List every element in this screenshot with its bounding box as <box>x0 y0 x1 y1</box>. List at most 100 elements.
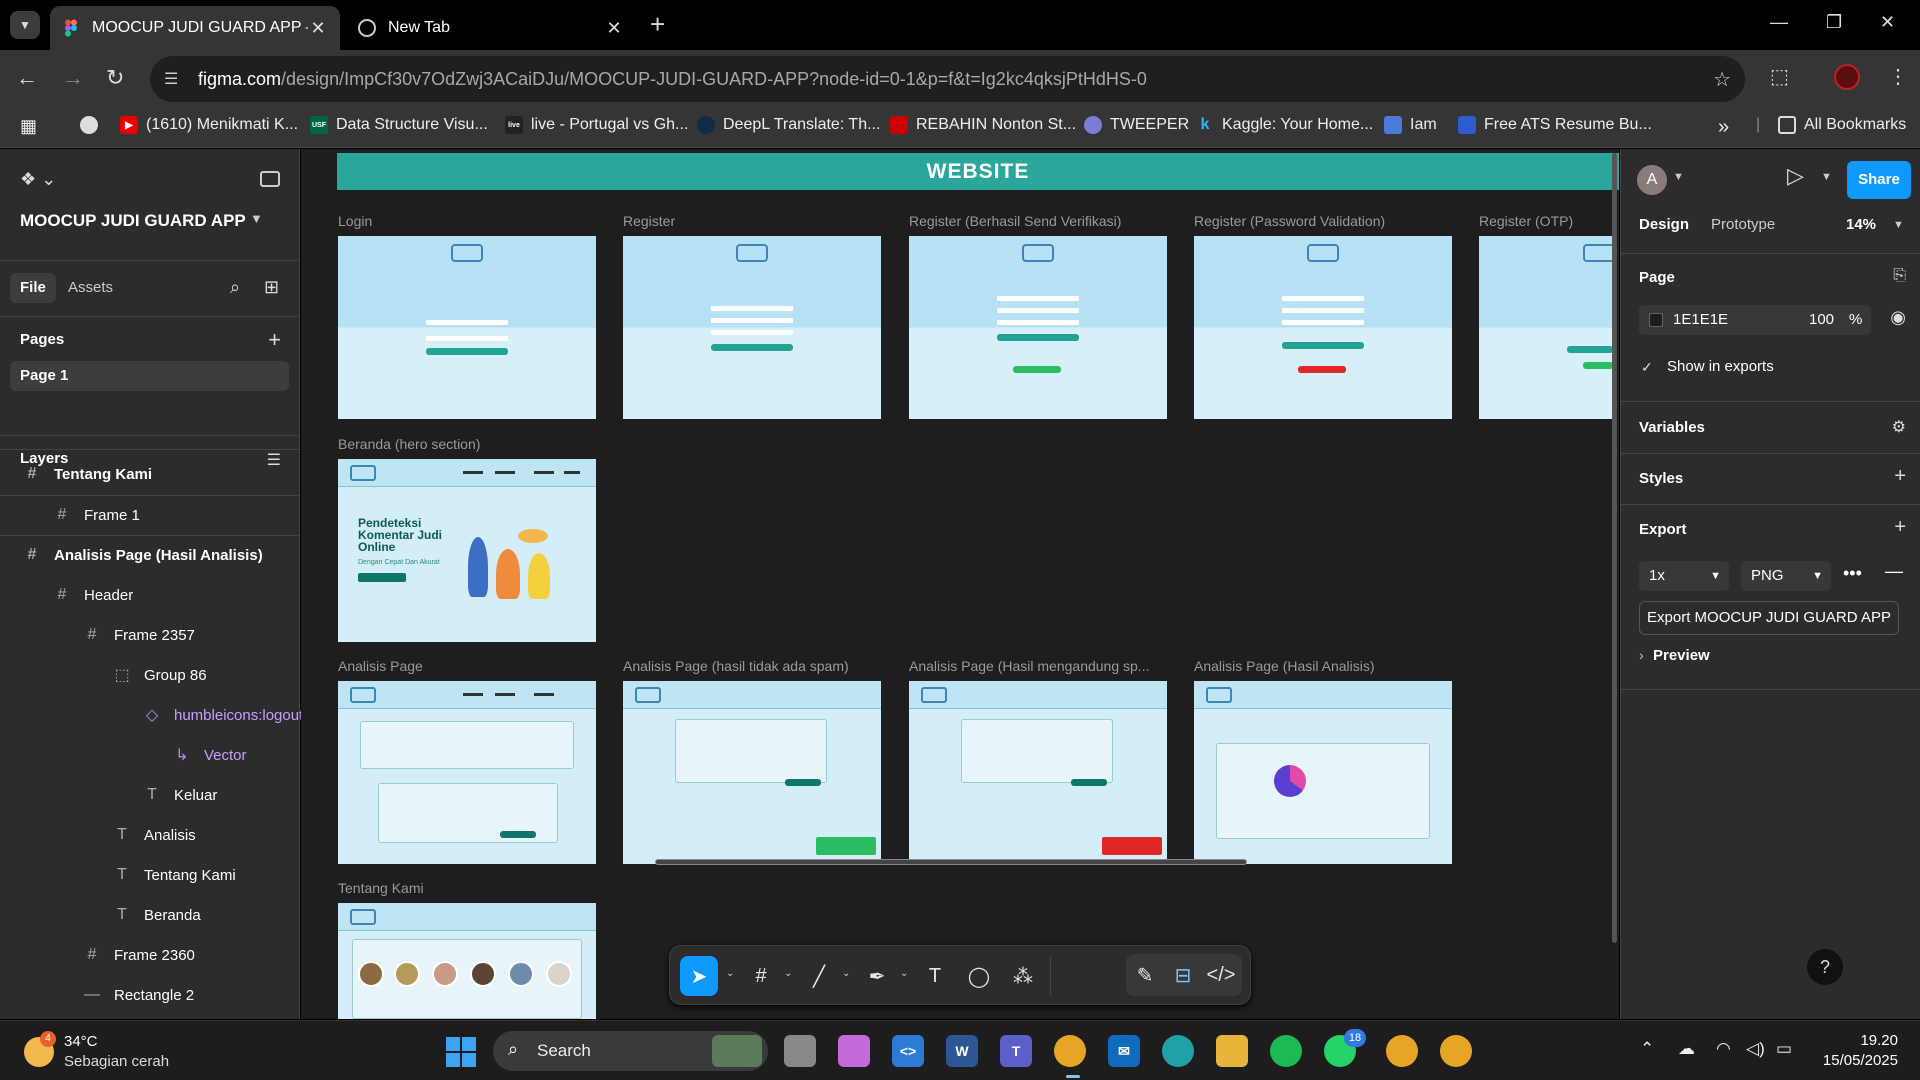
page-item[interactable]: Page 1 <box>10 361 289 391</box>
zoom-level[interactable]: 14% <box>1846 216 1876 233</box>
tab-prototype[interactable]: Prototype <box>1711 216 1775 233</box>
export-format-select[interactable]: PNG ▼ <box>1741 561 1831 591</box>
frame-label[interactable]: Register <box>623 213 675 229</box>
help-button[interactable]: ? <box>1807 949 1843 985</box>
file-name[interactable]: MOOCUP JUDI GUARD APP <box>20 211 246 231</box>
page-color-field[interactable]: 1E1E1E 100 % <box>1639 305 1871 335</box>
bookmark-star-icon[interactable]: ☆ <box>1713 67 1731 92</box>
color-swatch[interactable] <box>1649 313 1663 327</box>
chevron-down-icon[interactable]: ⌄ <box>900 968 908 979</box>
new-tab-button[interactable]: + <box>650 11 665 37</box>
close-window-icon[interactable]: ✕ <box>1880 12 1895 33</box>
extensions-icon[interactable]: ⬚ <box>1770 64 1789 89</box>
layer-item[interactable]: ⬚ Group 86 <box>110 655 206 695</box>
frame-register-password[interactable] <box>1194 236 1452 419</box>
layer-item[interactable]: # Frame 1 <box>50 495 140 535</box>
chevron-down-icon[interactable]: ▼ <box>1893 219 1904 231</box>
copilot-icon[interactable] <box>838 1035 870 1067</box>
windows-start-icon[interactable] <box>446 1037 476 1067</box>
frame-label[interactable]: Analisis Page (Hasil Analisis) <box>1194 658 1375 674</box>
chevron-down-icon[interactable]: ⌄ <box>726 968 734 979</box>
layer-item[interactable]: # Tentang Kami <box>20 454 153 494</box>
user-avatar[interactable]: A <box>1637 165 1667 195</box>
present-play-icon[interactable]: ▷ <box>1787 163 1804 189</box>
tab-figma[interactable]: MOOCUP JUDI GUARD APP – Fi ✕ <box>50 6 340 50</box>
frame-label[interactable]: Register (Password Validation) <box>1194 213 1385 229</box>
website-banner[interactable]: WEBSITE <box>337 153 1619 190</box>
frame-label[interactable]: Beranda (hero section) <box>338 436 480 452</box>
frame-analisis-mengandung-spam[interactable] <box>909 681 1167 864</box>
text-tool-icon[interactable]: T <box>916 956 954 996</box>
pen-tool-icon[interactable]: ✒ <box>858 956 896 996</box>
frame-analisis-tidak-spam[interactable] <box>623 681 881 864</box>
frame-label[interactable]: Login <box>338 213 372 229</box>
layer-item[interactable]: T Beranda <box>110 895 201 935</box>
chrome-icon[interactable] <box>1054 1035 1086 1067</box>
back-arrow-icon[interactable]: ← <box>16 66 38 90</box>
teams-icon[interactable]: T <box>1000 1035 1032 1067</box>
temperature[interactable]: 34°C <box>64 1033 98 1050</box>
site-info-icon[interactable]: ☰ <box>164 69 188 89</box>
wifi-icon[interactable]: ◠ <box>1716 1039 1731 1059</box>
eye-icon[interactable]: ◉ <box>1890 307 1906 328</box>
actions-tool-icon[interactable]: ⁂ <box>1004 956 1042 996</box>
bookmark-item[interactable]: USF Data Structure Visu... <box>310 116 488 134</box>
bookmark-item[interactable]: DeepL Translate: Th... <box>697 116 880 134</box>
weather-description[interactable]: Sebagian cerah <box>64 1053 169 1070</box>
horizontal-scrollbar[interactable] <box>655 859 1247 865</box>
add-page-icon[interactable]: + <box>268 327 281 353</box>
vertical-scrollbar[interactable] <box>1612 153 1617 943</box>
globe-bookmark-icon[interactable] <box>80 116 106 134</box>
tab-search-button[interactable]: ▼ <box>10 11 40 39</box>
chevron-up-icon[interactable]: ⌃ <box>1640 1039 1654 1059</box>
figma-menu-icon[interactable]: ❖ ⌄ <box>20 169 56 190</box>
frame-analisis[interactable] <box>338 681 596 864</box>
word-icon[interactable]: W <box>946 1035 978 1067</box>
move-tool-icon[interactable]: ➤ <box>680 956 718 996</box>
battery-icon[interactable]: ▭ <box>1776 1039 1792 1059</box>
design-mode-icon[interactable]: ⊟ <box>1164 955 1202 995</box>
frame-label[interactable]: Analisis Page (hasil tidak ada spam) <box>623 658 849 674</box>
bookmark-item[interactable]: TWEEPER <box>1084 116 1189 134</box>
layer-item[interactable]: — Rectangle 2 <box>80 975 194 1015</box>
dev-mode-icon[interactable]: </> <box>1202 955 1240 995</box>
close-tab-icon[interactable]: ✕ <box>604 18 624 39</box>
preview-toggle[interactable]: Preview <box>1653 647 1710 664</box>
page-color-value[interactable]: 1E1E1E <box>1673 311 1728 328</box>
address-bar[interactable]: ☰ figma.com/design/ImpCf30v7OdZwj3ACaiDJ… <box>150 56 1745 102</box>
layer-item[interactable]: # Header <box>50 575 134 615</box>
page-settings-icon[interactable]: ⎘ <box>1893 267 1906 285</box>
task-view-icon[interactable] <box>784 1035 816 1067</box>
add-style-icon[interactable]: + <box>1894 465 1906 488</box>
restore-icon[interactable]: ❐ <box>1826 12 1842 33</box>
remove-export-icon[interactable]: — <box>1885 561 1903 582</box>
page-opacity-value[interactable]: 100 <box>1809 311 1834 328</box>
close-tab-icon[interactable]: ✕ <box>308 18 328 39</box>
chevron-down-icon[interactable]: ▼ <box>250 211 263 226</box>
checkmark-icon[interactable]: ✓ <box>1641 359 1657 375</box>
apps-grid-icon[interactable]: ▦ <box>20 116 37 137</box>
line-tool-icon[interactable]: ╱ <box>800 956 838 996</box>
bookmark-item[interactable]: Iam <box>1384 116 1437 134</box>
frame-register-verifikasi[interactable] <box>909 236 1167 419</box>
chevron-down-icon[interactable]: ⌄ <box>842 968 850 979</box>
reload-icon[interactable]: ↻ <box>106 66 124 90</box>
mail-icon[interactable]: ✉ <box>1108 1035 1140 1067</box>
frame-label[interactable]: Register (Berhasil Send Verifikasi) <box>909 213 1121 229</box>
file-explorer-icon[interactable] <box>1216 1035 1248 1067</box>
library-icon[interactable]: ⊞ <box>264 277 279 298</box>
search-icon[interactable]: ⌕ <box>230 277 240 298</box>
chevron-down-icon[interactable]: ▼ <box>1821 171 1832 183</box>
bookmark-item[interactable]: ▶ (1610) Menikmati K... <box>120 116 298 134</box>
frame-register[interactable] <box>623 236 881 419</box>
add-export-icon[interactable]: + <box>1894 516 1906 539</box>
tab-new-tab[interactable]: New Tab ✕ <box>346 6 636 50</box>
spotify-icon[interactable] <box>1270 1035 1302 1067</box>
figma-canvas[interactable]: WEBSITE Login Register Register (Berhasi… <box>301 149 1619 1019</box>
layer-item[interactable]: ◇ humbleicons:logout <box>140 695 303 735</box>
frame-beranda-hero[interactable]: Pendeteksi Komentar Judi Online Dengan C… <box>338 459 596 642</box>
layer-item[interactable]: # Frame 2357 <box>80 615 195 655</box>
toggle-sidebar-icon[interactable] <box>260 171 280 187</box>
bookmark-item[interactable]: live live - Portugal vs Gh... <box>505 116 688 134</box>
clock[interactable]: 19.20 15/05/2025 <box>1823 1031 1898 1071</box>
